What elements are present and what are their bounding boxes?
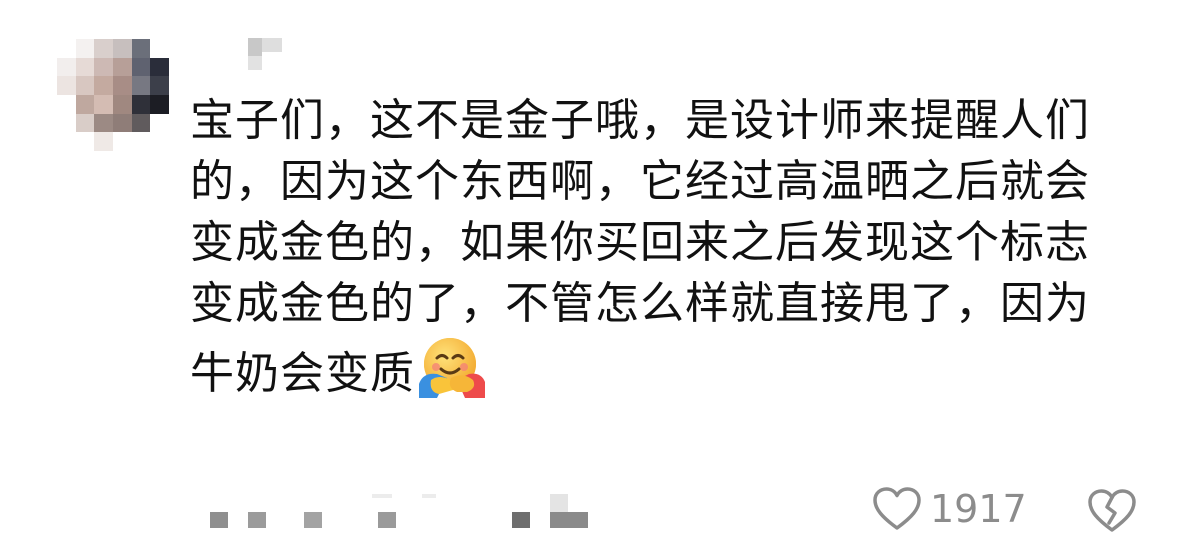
like-button[interactable]: 1917 xyxy=(872,486,1027,532)
comment-meta-blurred xyxy=(200,490,620,540)
comment-item: 宝子们，这不是金子哦，是设计师来提醒人们 的，因为这个东西啊，它经过高温晒之后就… xyxy=(0,0,1200,546)
comment-text: 宝子们，这不是金子哦，是设计师来提醒人们 的，因为这个东西啊，它经过高温晒之后就… xyxy=(190,90,1140,404)
broken-heart-icon xyxy=(1088,489,1136,532)
dislike-button[interactable] xyxy=(1086,488,1138,538)
comment-line: 变成金色的了，不管怎么样就直接甩了，因为 xyxy=(190,278,1090,329)
comment-line: 的，因为这个东西啊，它经过高温晒之后就会 xyxy=(190,156,1090,207)
hugging-face-emoji-icon xyxy=(419,338,485,398)
comment-line: 变成金色的，如果你买回来之后发现这个标志 xyxy=(190,217,1090,268)
like-count: 1917 xyxy=(930,487,1027,531)
avatar[interactable] xyxy=(57,39,169,151)
comment-line: 宝子们，这不是金子哦，是设计师来提醒人们 xyxy=(190,95,1090,146)
heart-outline-icon xyxy=(873,487,921,530)
comment-line-text: 牛奶会变质 xyxy=(190,348,415,399)
username-blurred[interactable] xyxy=(248,38,284,72)
comment-line-last: 牛奶会变质 xyxy=(190,334,1140,404)
